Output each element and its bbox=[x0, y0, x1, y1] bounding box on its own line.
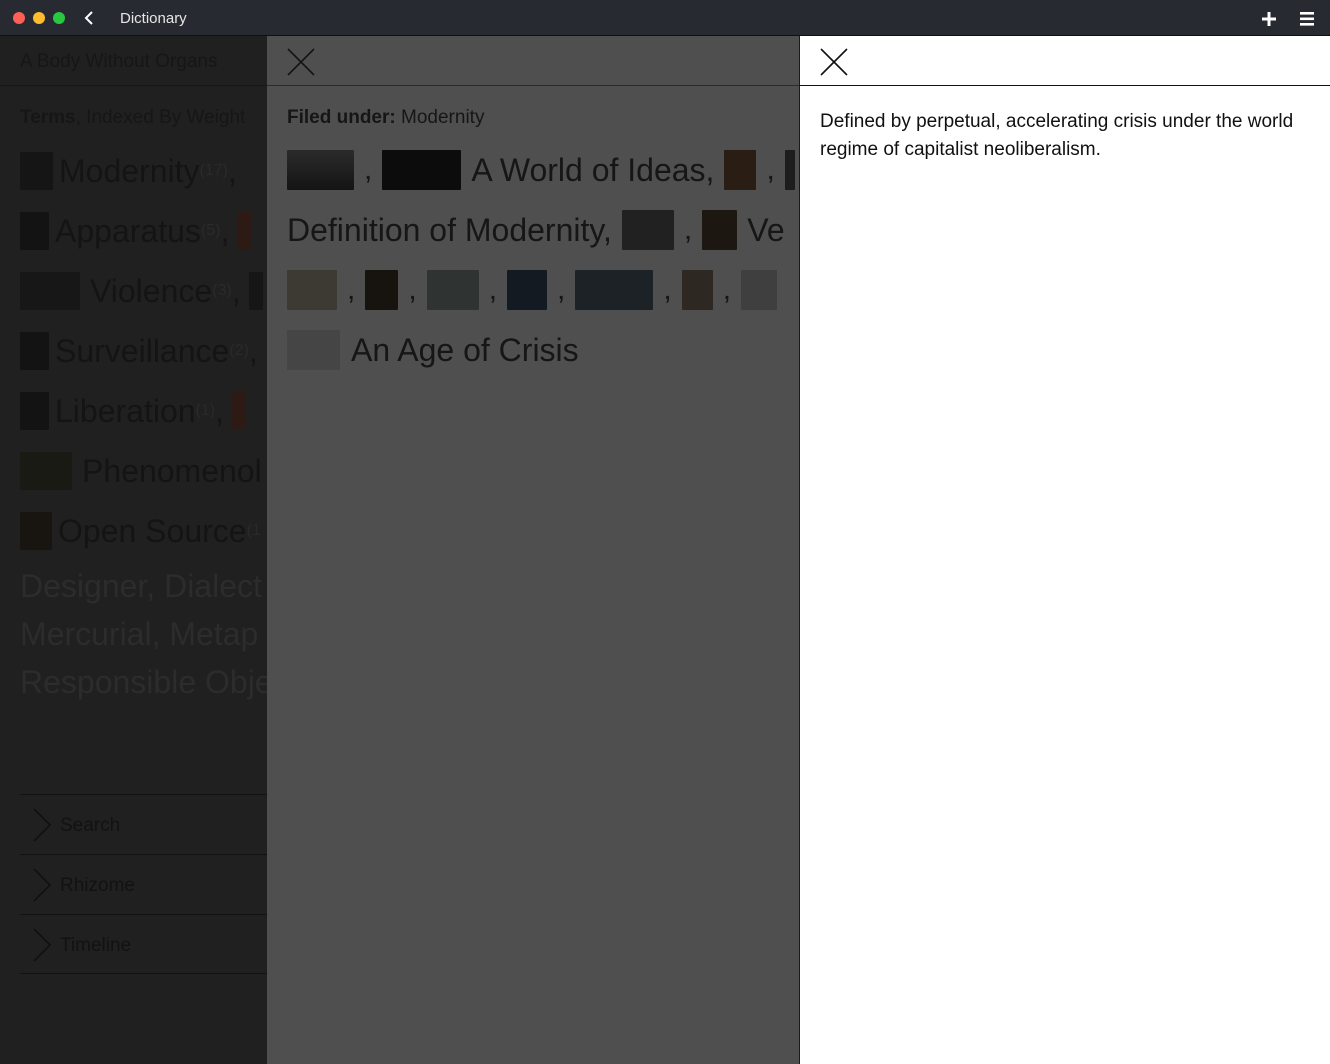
term-thumbnail bbox=[20, 152, 53, 190]
minor-terms-line[interactable]: Responsible Obje bbox=[20, 664, 267, 701]
accordion-timeline[interactable]: Timeline bbox=[20, 914, 267, 974]
accordion-label: Timeline bbox=[60, 935, 132, 956]
entry-thumbnail[interactable] bbox=[621, 210, 674, 250]
term-thumbnail bbox=[232, 392, 246, 430]
terms-label: Terms bbox=[20, 107, 76, 128]
terms-subtitle: Terms, Indexed By Weight bbox=[20, 107, 245, 129]
term-thumbnail bbox=[20, 272, 80, 310]
term-name[interactable]: Violence bbox=[90, 273, 212, 310]
term-thumbnail bbox=[20, 212, 49, 250]
term-row[interactable]: Phenomenol bbox=[20, 451, 262, 491]
term-count: (17) bbox=[199, 162, 228, 179]
terms-pane: A Body Without Organs Terms, Indexed By … bbox=[0, 36, 267, 1064]
entry-row: , , , , , , bbox=[287, 270, 778, 310]
menu-icon[interactable] bbox=[1296, 8, 1318, 30]
term-name[interactable]: Open Source bbox=[58, 513, 247, 550]
definition-pane: Defined by perpetual, accelerating crisi… bbox=[799, 36, 1330, 1064]
minor-terms-line[interactable]: Designer, Dialect bbox=[20, 568, 262, 605]
term-count: (1 bbox=[246, 522, 261, 539]
term-thumbnail bbox=[20, 332, 49, 370]
window-title: Dictionary bbox=[120, 10, 187, 27]
term-count: (5) bbox=[200, 222, 221, 239]
accordion-label: Rhizome bbox=[60, 875, 135, 896]
term-row[interactable]: Modernity (17), bbox=[20, 151, 237, 191]
entry-thumbnail[interactable] bbox=[365, 270, 399, 310]
entry-row: , A World of Ideas, , bbox=[287, 150, 795, 190]
chevron-right-icon bbox=[33, 928, 52, 962]
chevron-right-icon bbox=[33, 868, 52, 902]
entry-thumbnail[interactable] bbox=[287, 330, 340, 370]
term-name[interactable]: Modernity bbox=[59, 153, 200, 190]
term-count: (2) bbox=[229, 342, 249, 359]
entry-thumbnail[interactable] bbox=[287, 150, 354, 190]
category-header bbox=[267, 36, 799, 86]
close-icon[interactable] bbox=[820, 48, 848, 76]
entry-thumbnail[interactable] bbox=[784, 150, 795, 190]
plus-icon[interactable] bbox=[1258, 8, 1280, 30]
accordion-label: Search bbox=[60, 815, 121, 836]
definition-header bbox=[800, 36, 1330, 86]
entry-thumbnail[interactable] bbox=[507, 270, 548, 310]
term-thumbnail bbox=[20, 392, 49, 430]
term-thumbnail bbox=[237, 212, 252, 250]
indexed-label: , Indexed By Weight bbox=[75, 107, 246, 128]
term-name[interactable]: Liberation bbox=[55, 393, 196, 430]
term-thumbnail bbox=[20, 512, 52, 550]
entry-row: An Age of Crisis bbox=[287, 330, 589, 370]
term-thumbnail bbox=[248, 272, 263, 310]
minimize-window-button[interactable] bbox=[33, 12, 45, 24]
site-header: A Body Without Organs bbox=[0, 36, 267, 86]
entry-thumbnail[interactable] bbox=[681, 270, 713, 310]
back-arrow-icon[interactable] bbox=[80, 8, 100, 28]
zoom-window-button[interactable] bbox=[53, 12, 65, 24]
entry-thumbnail[interactable] bbox=[426, 270, 479, 310]
entry-row: Definition of Modernity, , Ve bbox=[287, 210, 795, 250]
term-thumbnail bbox=[20, 452, 72, 490]
entry-thumbnail[interactable] bbox=[287, 270, 337, 310]
title-bar: Dictionary bbox=[0, 0, 1330, 36]
entry-title[interactable]: Ve bbox=[747, 212, 784, 249]
close-window-button[interactable] bbox=[13, 12, 25, 24]
term-row[interactable]: Liberation (1), bbox=[20, 391, 246, 431]
entry-thumbnail[interactable] bbox=[741, 270, 778, 310]
entry-title[interactable]: Definition of Modernity, bbox=[287, 212, 612, 249]
filed-label: Filed under: bbox=[287, 107, 396, 128]
term-row[interactable]: Surveillance (2), bbox=[20, 331, 258, 371]
term-row[interactable]: Open Source (1 bbox=[20, 511, 261, 551]
site-title[interactable]: A Body Without Organs bbox=[20, 51, 218, 73]
term-name[interactable]: Surveillance bbox=[55, 333, 229, 370]
entry-title[interactable]: An Age of Crisis bbox=[351, 332, 579, 369]
term-name[interactable]: Apparatus bbox=[55, 213, 201, 250]
accordion-rhizome[interactable]: Rhizome bbox=[20, 854, 267, 914]
filed-value[interactable]: Modernity bbox=[401, 107, 484, 128]
accordion-search[interactable]: Search bbox=[20, 794, 267, 854]
entry-thumbnail[interactable] bbox=[382, 150, 462, 190]
filed-under: Filed under: Modernity bbox=[287, 107, 484, 129]
entry-thumbnail[interactable] bbox=[575, 270, 654, 310]
definition-text: Defined by perpetual, accelerating crisi… bbox=[820, 111, 1294, 160]
entry-title[interactable]: A World of Ideas, bbox=[471, 152, 714, 189]
category-pane: Filed under: Modernity , A World of Idea… bbox=[267, 36, 799, 1064]
close-icon[interactable] bbox=[287, 48, 315, 76]
term-count: (1) bbox=[195, 402, 216, 419]
term-row[interactable]: Violence (3), bbox=[20, 271, 263, 311]
entry-thumbnail[interactable] bbox=[724, 150, 757, 190]
minor-terms-line[interactable]: Mercurial, Metap bbox=[20, 616, 258, 653]
term-count: (3) bbox=[212, 282, 232, 299]
entry-thumbnail[interactable] bbox=[702, 210, 738, 250]
chevron-right-icon bbox=[33, 808, 52, 842]
term-row[interactable]: Apparatus (5), bbox=[20, 211, 252, 251]
term-name[interactable]: Phenomenol bbox=[82, 453, 262, 490]
